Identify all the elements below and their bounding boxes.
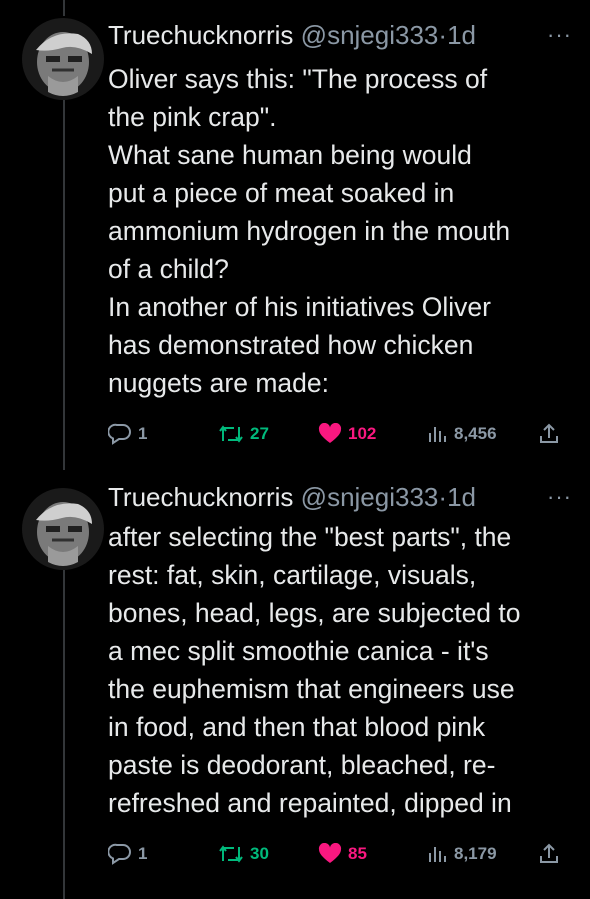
tweet-text-line: Oliver says this: "The process of: [108, 64, 488, 94]
tweet-text-line: bones, head, legs, are subjected to: [108, 598, 521, 628]
avatar-image: [22, 488, 104, 570]
tweet-actions: 1 30 85 8,179: [108, 839, 568, 869]
tweet-text-line: in food, and then that blood pink: [108, 712, 486, 742]
views-icon: [429, 847, 446, 862]
views-icon: [429, 427, 446, 442]
tweet-text-line: put a piece of meat soaked in: [108, 178, 455, 208]
tweet-text-line: nuggets are made:: [108, 368, 329, 398]
share-icon: [540, 423, 558, 443]
retweet-icon: [219, 845, 243, 863]
tweet-text-line: refreshed and repainted, dipped in: [108, 788, 512, 818]
tweet-text-line: ammonium hydrogen in the mouth: [108, 216, 511, 246]
reply-count: 1: [138, 844, 148, 863]
user-handle[interactable]: @snjegi333: [301, 482, 439, 512]
retweet-button[interactable]: 30: [218, 839, 269, 869]
reply-count: 1: [138, 424, 148, 443]
retweet-button[interactable]: 27: [218, 419, 269, 449]
display-name[interactable]: Truechucknorris: [108, 482, 293, 512]
tweet-actions: 1 27 102 8,456: [108, 419, 568, 449]
like-count: 102: [348, 424, 377, 443]
reply-icon: [108, 423, 131, 445]
timestamp[interactable]: 1d: [447, 20, 476, 50]
views-count: 8,456: [454, 424, 497, 443]
share-icon: [540, 843, 558, 863]
tweet-text-line: paste is deodorant, bleached, re-: [108, 750, 496, 780]
heart-icon: [318, 423, 342, 443]
more-options-button[interactable]: ···: [547, 20, 572, 50]
avatar[interactable]: [22, 488, 104, 570]
tweet-text-line: In another of his initiatives Oliver: [108, 292, 491, 322]
views-button[interactable]: 8,179: [426, 839, 497, 869]
tweet-header: Truechucknorris @snjegi333·1d ···: [108, 20, 590, 50]
like-button[interactable]: 85: [318, 839, 367, 869]
tweet-text-line: after selecting the "best parts", the: [108, 522, 512, 552]
like-count: 85: [348, 844, 367, 863]
heart-icon: [318, 843, 342, 863]
timestamp[interactable]: 1d: [447, 482, 476, 512]
tweet-text: after selecting the "best parts", the re…: [108, 518, 568, 822]
avatar-image: [22, 18, 104, 100]
retweet-count: 27: [250, 424, 269, 443]
tweet-text-line: rest: fat, skin, cartilage, visuals,: [108, 560, 477, 590]
avatar[interactable]: [22, 18, 104, 100]
separator-dot: ·: [438, 20, 448, 50]
views-count: 8,179: [454, 844, 497, 863]
share-button[interactable]: [538, 839, 566, 869]
display-name[interactable]: Truechucknorris: [108, 20, 293, 50]
share-button[interactable]: [538, 419, 566, 449]
retweet-count: 30: [250, 844, 269, 863]
tweet-text-line: What sane human being would: [108, 140, 472, 170]
tweet-text-line: the euphemism that engineers use: [108, 674, 515, 704]
tweet-text-line: has demonstrated how chicken: [108, 330, 474, 360]
reply-button[interactable]: 1: [108, 839, 147, 869]
tweet[interactable]: Truechucknorris @snjegi333·1d ··· Oliver…: [0, 0, 590, 470]
reply-icon: [108, 843, 131, 865]
more-options-button[interactable]: ···: [547, 482, 572, 512]
tweet[interactable]: Truechucknorris @snjegi333·1d ··· after …: [0, 470, 590, 899]
tweet-text-line: the pink crap".: [108, 102, 277, 132]
tweet-text-line: a mec split smoothie canica - it's: [108, 636, 489, 666]
tweet-header: Truechucknorris @snjegi333·1d ···: [108, 482, 590, 512]
tweet-text: Oliver says this: "The process of the pi…: [108, 60, 568, 402]
like-button[interactable]: 102: [318, 419, 376, 449]
separator-dot: ·: [438, 482, 448, 512]
views-button[interactable]: 8,456: [426, 419, 497, 449]
tweet-text-line: of a child?: [108, 254, 229, 284]
retweet-icon: [219, 425, 243, 443]
reply-button[interactable]: 1: [108, 419, 147, 449]
user-handle[interactable]: @snjegi333: [301, 20, 439, 50]
